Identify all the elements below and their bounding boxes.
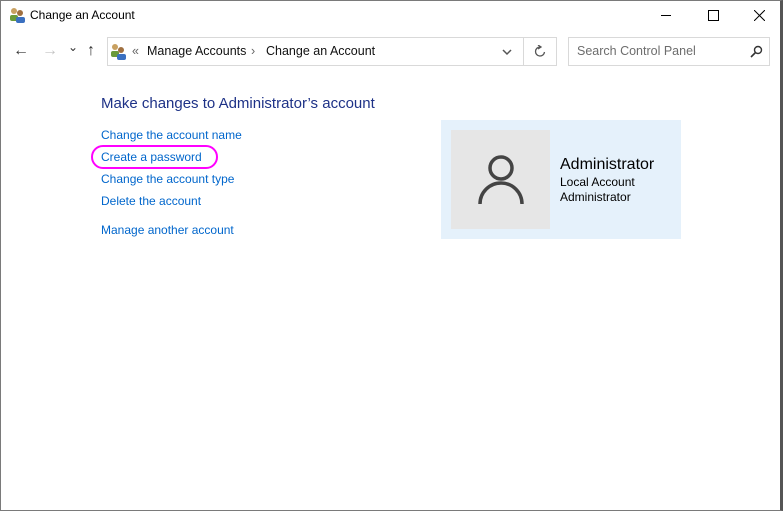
manage-another-account-link[interactable]: Manage another account — [101, 223, 234, 237]
back-button[interactable]: ← — [13, 42, 29, 60]
close-button[interactable] — [736, 0, 782, 30]
page-title: Make changes to Administrator’s account — [101, 95, 375, 112]
up-button[interactable]: ↑ — [87, 42, 95, 60]
maximize-button[interactable] — [690, 0, 736, 30]
account-role: Administrator — [560, 190, 631, 204]
search-input[interactable] — [577, 44, 747, 58]
breadcrumb-change-account[interactable]: Change an Account — [266, 44, 375, 58]
divider — [523, 38, 524, 65]
change-account-name-link[interactable]: Change the account name — [101, 128, 242, 142]
minimize-button[interactable] — [643, 0, 689, 30]
search-icon[interactable] — [750, 45, 763, 58]
recent-locations-button[interactable]: ⌄ — [68, 40, 78, 54]
account-name: Administrator — [560, 156, 655, 173]
window-frame — [0, 0, 783, 511]
breadcrumb-separator[interactable]: › — [251, 44, 255, 58]
refresh-icon[interactable] — [534, 45, 546, 58]
breadcrumb-manage-accounts[interactable]: Manage Accounts — [147, 44, 246, 58]
address-bar[interactable]: « Manage Accounts › Change an Account — [107, 37, 557, 66]
users-icon — [10, 8, 25, 23]
user-icon — [478, 155, 524, 205]
create-password-link[interactable]: Create a password — [91, 145, 218, 169]
delete-account-link[interactable]: Delete the account — [101, 194, 201, 208]
window-title: Change an Account — [30, 8, 135, 22]
control-panel-icon — [111, 44, 126, 60]
chevron-down-icon[interactable] — [502, 48, 512, 56]
account-card: Administrator Local Account Administrato… — [441, 120, 681, 239]
account-type: Local Account — [560, 175, 635, 189]
overflow-chevron[interactable]: « — [132, 44, 139, 58]
forward-button[interactable]: → — [42, 42, 58, 60]
search-box[interactable] — [568, 37, 770, 66]
change-account-type-link[interactable]: Change the account type — [101, 172, 234, 186]
avatar — [451, 130, 550, 229]
